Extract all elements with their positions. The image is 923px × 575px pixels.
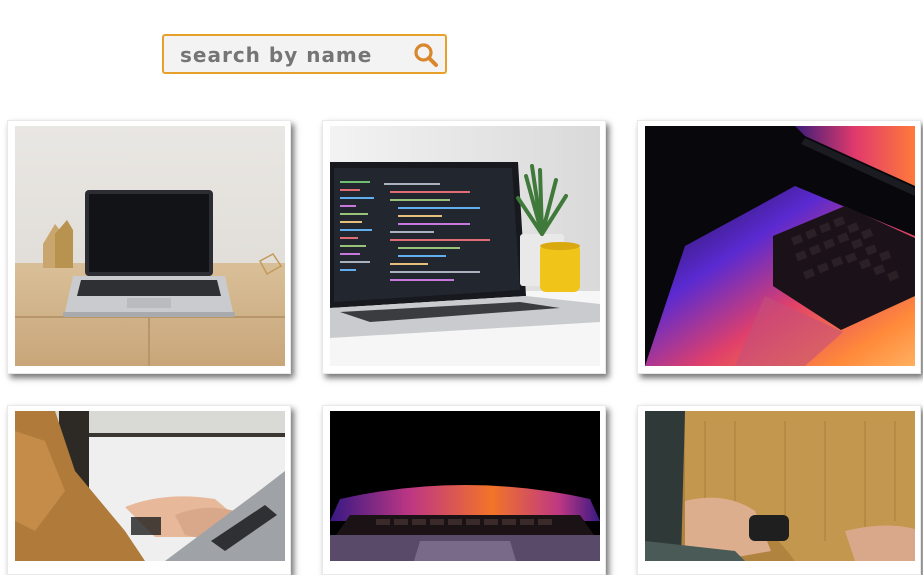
- laptop-rainbow-image: [645, 126, 915, 366]
- gallery-card-laptop-code[interactable]: [322, 120, 606, 374]
- hands-typing-image: [15, 411, 285, 561]
- laptop-glow-image: [330, 411, 600, 561]
- gallery-card-hands-typing[interactable]: [7, 405, 291, 575]
- gallery-card-laptop-desk[interactable]: [7, 120, 291, 374]
- gallery-card-laptop-glow[interactable]: [322, 405, 606, 575]
- laptop-code-image: [330, 126, 600, 366]
- gallery-card-sweater-laptop[interactable]: [637, 405, 921, 575]
- gallery-card-laptop-rainbow[interactable]: [637, 120, 921, 374]
- laptop-desk-image: [15, 126, 285, 366]
- image-gallery: [0, 0, 923, 575]
- sweater-laptop-image: [645, 411, 915, 561]
